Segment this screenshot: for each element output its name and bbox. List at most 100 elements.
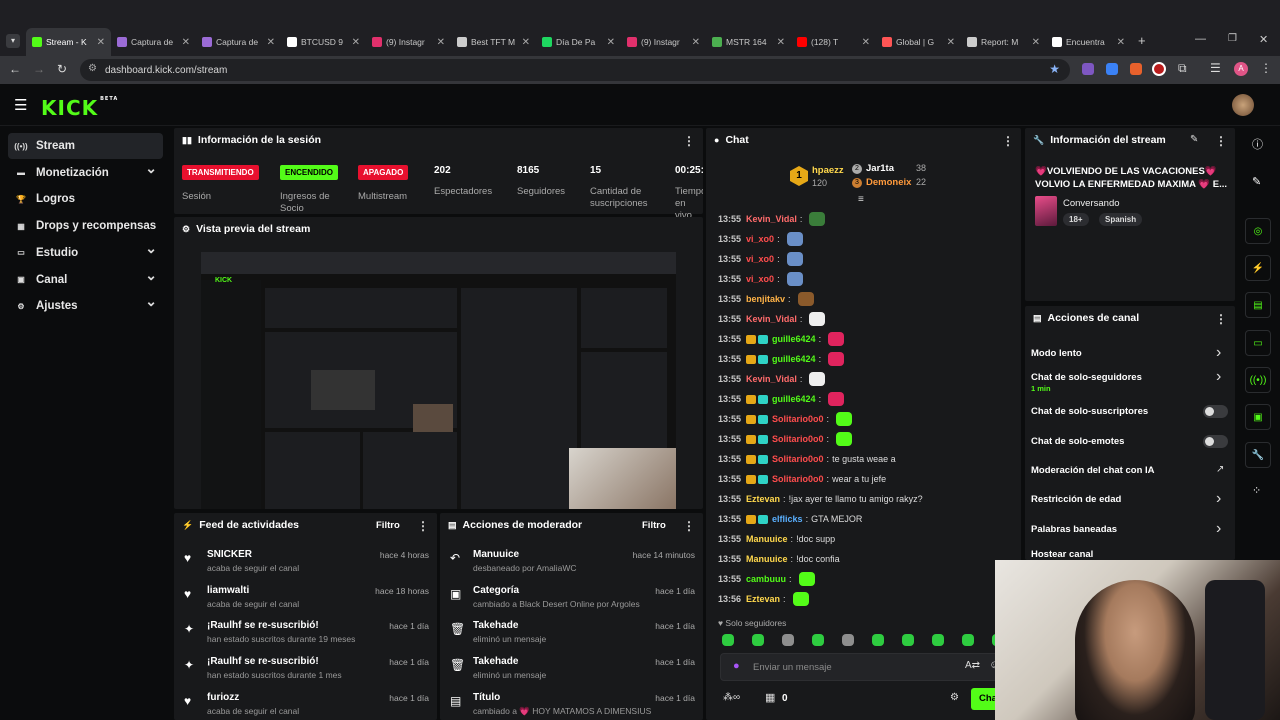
user-avatar[interactable] — [1232, 94, 1254, 116]
channel-action-label[interactable]: Chat de solo-emotes — [1031, 436, 1124, 447]
chat-message[interactable]: 13:55 Kevin_Vidal: — [718, 310, 1003, 328]
points-icon[interactable]: ⁂∞ — [723, 692, 740, 703]
quick-emote-icon[interactable] — [902, 634, 914, 646]
browser-tab[interactable]: MSTR 164 ✕ — [706, 28, 791, 56]
site-info-icon[interactable]: ⚙ — [88, 63, 97, 74]
quick-emote-icon[interactable] — [812, 634, 824, 646]
browser-tab[interactable]: Captura de ✕ — [196, 28, 281, 56]
tab-close-icon[interactable]: ✕ — [692, 37, 700, 48]
chat-message[interactable]: 13:55 Manuuice: !doc supp — [718, 530, 1003, 548]
broadcast-rail-icon[interactable]: ((•)) — [1245, 367, 1271, 393]
chat-message[interactable]: 13:55 vi_xo0: — [718, 270, 1003, 288]
camera-rail-icon[interactable]: ◎ — [1245, 218, 1271, 244]
chat-username[interactable]: Kevin_Vidal — [746, 214, 797, 224]
chevron-down-icon[interactable]: ⌄ — [145, 240, 157, 257]
toggle-switch[interactable] — [1203, 435, 1228, 448]
feed-filter-button[interactable]: Filtro — [376, 520, 400, 531]
chat-username[interactable]: Kevin_Vidal — [746, 374, 797, 384]
chat-username[interactable]: cambuuu — [746, 574, 786, 584]
window-minimize-icon[interactable]: — — [1195, 33, 1206, 45]
chat-username[interactable]: Manuuice — [746, 534, 788, 544]
stream-info-menu-icon[interactable]: ⋮ — [1215, 134, 1227, 148]
bookmark-star-icon[interactable]: ★ — [1049, 62, 1060, 76]
channel-action-label[interactable]: Hostear canal — [1031, 549, 1093, 560]
browser-tab[interactable]: Stream - K ✕ — [26, 28, 111, 56]
tab-close-icon[interactable]: ✕ — [947, 37, 955, 48]
tab-close-icon[interactable]: ✕ — [522, 37, 530, 48]
mod-filter-button[interactable]: Filtro — [642, 520, 666, 531]
extension-icon[interactable] — [1130, 63, 1142, 75]
stream-tag[interactable]: Spanish — [1099, 213, 1143, 226]
chat-username[interactable]: Solitario0o0 — [772, 454, 824, 464]
top-gifter-name[interactable]: hpaezz — [812, 165, 844, 176]
url-field[interactable]: ⚙ dashboard.kick.com/stream ★ — [80, 59, 1070, 81]
list-item[interactable]: ♥ furiozz acaba de seguir el canal hace 1 d… — [174, 690, 437, 720]
tab-search-icon[interactable]: ▾ — [6, 34, 20, 48]
chat-username[interactable]: elflicks — [772, 514, 803, 524]
browser-tab[interactable]: BTCUSD 9 ✕ — [281, 28, 366, 56]
chat-username[interactable]: Eztevan — [746, 594, 780, 604]
chat-username[interactable]: Solitario0o0 — [772, 474, 824, 484]
chat-username[interactable]: Manuuice — [746, 554, 788, 564]
chevron-right-icon[interactable]: › — [1216, 368, 1221, 386]
browser-tab[interactable]: Best TFT M ✕ — [451, 28, 536, 56]
chat-username[interactable]: vi_xo0 — [746, 234, 774, 244]
sidebar-item-estudio[interactable]: ▭ Estudio ⌄ — [8, 240, 163, 266]
chat-username[interactable]: Solitario0o0 — [772, 434, 824, 444]
extension-icon[interactable] — [1152, 62, 1166, 76]
sidebar-item-ajustes[interactable]: ⚙ Ajustes ⌄ — [8, 293, 163, 319]
browser-tab[interactable]: (9) Instagr ✕ — [366, 28, 451, 56]
tab-close-icon[interactable]: ✕ — [607, 37, 615, 48]
tab-close-icon[interactable]: ✕ — [777, 37, 785, 48]
quick-emote-icon[interactable] — [782, 634, 794, 646]
edit-rail-icon[interactable]: ✎ — [1252, 175, 1261, 188]
quick-emote-icon[interactable] — [932, 634, 944, 646]
extension-icon[interactable] — [1082, 63, 1094, 75]
chat-rail-icon[interactable]: ▭ — [1245, 330, 1271, 356]
tab-close-icon[interactable]: ✕ — [1117, 37, 1125, 48]
store-icon[interactable]: ▦ — [765, 691, 775, 704]
chat-settings-icon[interactable]: ⚙ — [950, 692, 959, 703]
list-item[interactable]: 🗑 Takehade eliminó un mensaje hace 1 día — [440, 654, 703, 690]
sidebar-item-stream[interactable]: ((•)) Stream — [8, 133, 163, 159]
channel-action-label[interactable]: Palabras baneadas — [1031, 524, 1117, 535]
chevron-right-icon[interactable]: › — [1216, 344, 1221, 362]
chat-message[interactable]: 13:55 Solitario0o0: — [718, 430, 1003, 448]
chat-message[interactable]: 13:55 Manuuice: !doc confia — [718, 550, 1003, 568]
list-item[interactable]: ▤ Título cambiado a 💗 HOY MATAMOS A DIMENS… — [440, 690, 703, 720]
chat-username[interactable]: guille6424 — [772, 394, 816, 404]
stream-category[interactable]: Conversando — [1063, 198, 1120, 209]
channel-action-label[interactable]: Restricción de edad — [1031, 494, 1121, 505]
chevron-down-icon[interactable]: ⌄ — [145, 160, 157, 177]
list-item[interactable]: 🗑 Takehade eliminó un mensaje hace 1 día — [440, 618, 703, 654]
chat-message[interactable]: 13:55 Solitario0o0: te gusta weae a — [718, 450, 1003, 468]
translate-icon[interactable]: A⇄ — [965, 660, 980, 671]
channel-actions-menu-icon[interactable]: ⋮ — [1215, 312, 1227, 326]
list-item[interactable]: ↶ Manuuice desbaneado por AmaliaWC hace 14 … — [440, 547, 703, 583]
external-link-icon[interactable]: ↗ — [1216, 464, 1224, 475]
chevron-right-icon[interactable]: › — [1216, 520, 1221, 538]
kick-logo[interactable]: KICK BETA — [41, 96, 118, 120]
quick-emote-icon[interactable] — [722, 634, 734, 646]
chat-username[interactable]: Eztevan — [746, 494, 780, 504]
channel-action-label[interactable]: Chat de solo-suscriptores — [1031, 406, 1148, 417]
quick-emote-icon[interactable] — [962, 634, 974, 646]
hamburger-menu-icon[interactable]: ☰ — [14, 96, 27, 114]
browser-tab[interactable]: Encuentra ✕ — [1046, 28, 1131, 56]
quick-emote-icon[interactable] — [872, 634, 884, 646]
tab-close-icon[interactable]: ✕ — [437, 37, 445, 48]
lightning-rail-icon[interactable]: ⚡ — [1245, 255, 1271, 281]
info-rail-icon[interactable]: ⓘ — [1252, 136, 1263, 152]
chat-username[interactable]: Solitario0o0 — [772, 414, 824, 424]
browser-menu-icon[interactable]: ⋮ — [1260, 61, 1272, 75]
tab-close-icon[interactable]: ✕ — [862, 37, 870, 48]
sidebar-item-logros[interactable]: 🏆 Logros — [8, 186, 163, 212]
wrench-rail-icon[interactable]: 🔧 — [1245, 442, 1271, 468]
feed-menu-icon[interactable]: ⋮ — [417, 519, 429, 533]
chat-message[interactable]: 13:56 Eztevan: — [718, 590, 1003, 608]
list-item[interactable]: ♥ liamwalti acaba de seguir el canal hace 1… — [174, 583, 437, 619]
browser-tab[interactable]: Captura de ✕ — [111, 28, 196, 56]
browser-tab[interactable]: (9) Instagr ✕ — [621, 28, 706, 56]
extension-icon[interactable] — [1106, 63, 1118, 75]
tab-close-icon[interactable]: ✕ — [1032, 37, 1040, 48]
